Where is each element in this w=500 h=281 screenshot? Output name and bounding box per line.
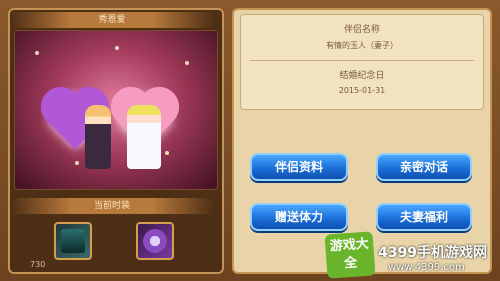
partner-name-value: 有情的玉人（妻子） <box>326 41 398 50</box>
ring-icon <box>143 229 167 253</box>
groom-character <box>85 105 111 169</box>
outfit-section-title: 当前时装 <box>10 198 214 214</box>
sparkle-icon <box>115 46 119 50</box>
sparkle-icon <box>35 51 39 55</box>
sparkle-icon <box>75 161 79 165</box>
private-chat-button[interactable]: 亲密对话 <box>376 153 472 181</box>
sparkle-icon <box>165 151 169 155</box>
give-stamina-button[interactable]: 赠送体力 <box>250 203 348 231</box>
watermark-brand: 4399手机游戏网 <box>378 245 487 261</box>
outfit-slot-robe[interactable] <box>54 222 92 260</box>
couple-scene <box>14 30 218 190</box>
couple-benefit-button[interactable]: 夫妻福利 <box>376 203 472 231</box>
watermark-url: www.4399.com <box>388 262 465 273</box>
anniversary-value: 2015-01-31 <box>338 86 386 95</box>
bride-character <box>127 105 161 169</box>
watermark-logo: 游戏大全 <box>324 231 376 279</box>
sparkle-icon <box>185 61 189 65</box>
panel-title: 秀恩爱 <box>10 12 214 28</box>
counter-number: 730 <box>30 260 46 269</box>
robe-icon <box>61 229 85 253</box>
outfit-slot-ring[interactable] <box>136 222 174 260</box>
partner-info-button[interactable]: 伴侣资料 <box>250 153 348 181</box>
partner-name-label: 伴侣名称 <box>343 25 380 35</box>
anniversary-label: 结婚纪念日 <box>339 71 385 81</box>
info-divider <box>250 60 474 61</box>
